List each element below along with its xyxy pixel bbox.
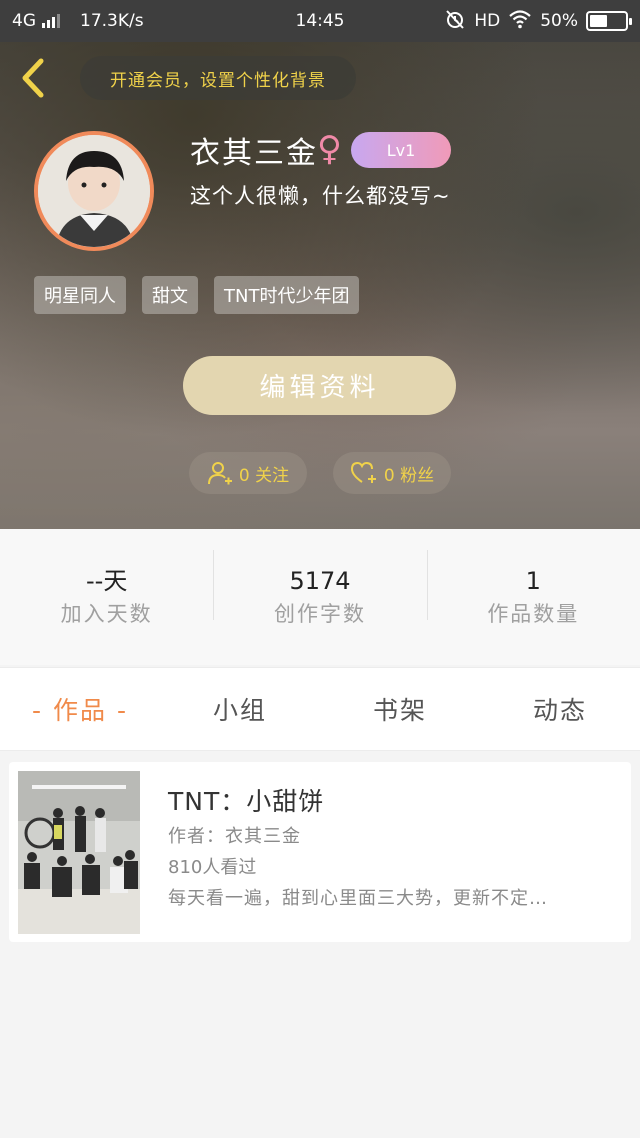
vip-background-link[interactable]: 开通会员，设置个性化背景	[80, 56, 356, 100]
back-button[interactable]	[16, 56, 50, 100]
followers-count: 0 粉丝	[383, 465, 435, 486]
user-bio: 这个人很懒，什么都没写~	[190, 184, 451, 208]
wifi-icon	[508, 9, 532, 34]
tab-groups[interactable]: 小组	[160, 691, 320, 727]
heart-add-icon	[350, 461, 376, 483]
tab-activity[interactable]: 动态	[480, 691, 640, 727]
stat-works-count: 1 作品数量	[426, 550, 640, 630]
battery-percent: 50%	[540, 11, 578, 31]
list-item[interactable]: TNT：小甜饼 作者：衣其三金 810人看过 每天看一遍，甜到心里面三大势，更新…	[9, 762, 631, 942]
tab-bookshelf[interactable]: 书架	[320, 691, 480, 727]
avatar[interactable]	[34, 131, 154, 251]
stat-label: 加入天数	[60, 602, 153, 626]
profile-header: 开通会员，设置个性化背景 衣其三金 ♀ Lv1 这个人很懒，什么都没写~ 明星同…	[0, 42, 640, 529]
book-cover-image[interactable]	[18, 771, 140, 934]
alarm-off-icon	[444, 8, 466, 35]
following-button[interactable]: 0 关注	[189, 452, 307, 494]
signal-icon	[42, 14, 60, 28]
book-views: 810人看过	[168, 857, 257, 878]
network-speed: 17.3K/s	[80, 11, 144, 31]
level-badge: Lv1	[351, 132, 451, 168]
followers-button[interactable]: 0 粉丝	[333, 452, 451, 494]
stat-label: 作品数量	[487, 602, 580, 626]
stat-value: 5174	[289, 567, 351, 595]
tab-works[interactable]: - 作品 -	[0, 691, 160, 727]
username: 衣其三金	[190, 136, 318, 171]
user-add-icon	[207, 462, 232, 485]
hd-indicator: HD	[474, 11, 501, 31]
profile-tabs: - 作品 - 小组 书架 动态	[0, 667, 640, 751]
stat-word-count: 5174 创作字数	[213, 550, 426, 630]
stat-join-days: --天 加入天数	[0, 564, 213, 630]
stats-bar: --天 加入天数 5174 创作字数 1 作品数量	[0, 529, 640, 665]
tag-item[interactable]: TNT时代少年团	[214, 276, 360, 314]
stat-label: 创作字数	[273, 602, 366, 626]
edit-profile-button[interactable]: 编辑资料	[183, 356, 456, 415]
female-icon: ♀	[317, 129, 342, 169]
book-description: 每天看一遍，甜到心里面三大势，更新不定…	[168, 888, 548, 909]
battery-icon	[586, 11, 632, 31]
tag-list: 明星同人 甜文 TNT时代少年团	[34, 276, 360, 314]
status-bar: 4G 17.3K/s 14:45 HD 50%	[0, 0, 640, 42]
stat-value: 1	[525, 567, 541, 595]
tag-item[interactable]: 甜文	[142, 276, 198, 314]
chevron-left-icon	[22, 58, 44, 98]
tag-item[interactable]: 明星同人	[34, 276, 126, 314]
works-list: TNT：小甜饼 作者：衣其三金 810人看过 每天看一遍，甜到心里面三大势，更新…	[0, 752, 640, 1138]
book-title[interactable]: TNT：小甜饼	[168, 782, 324, 818]
stat-value: --天	[86, 567, 128, 595]
following-count: 0 关注	[238, 465, 290, 486]
network-type: 4G	[12, 11, 36, 31]
status-time: 14:45	[295, 11, 345, 31]
book-author: 作者：衣其三金	[168, 826, 301, 847]
